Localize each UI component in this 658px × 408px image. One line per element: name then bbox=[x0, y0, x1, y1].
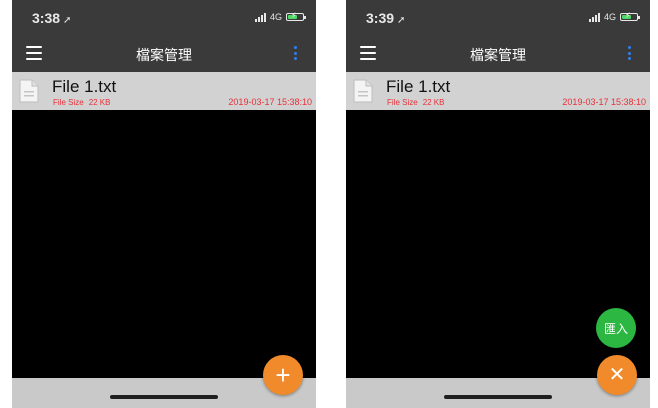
battery-icon: ⚡ bbox=[620, 11, 640, 21]
location-arrow-icon: ➚ bbox=[397, 15, 406, 26]
home-indicator[interactable] bbox=[110, 395, 218, 399]
file-size: File Size 22 KB bbox=[387, 98, 445, 107]
close-fab-button[interactable]: ✕ bbox=[597, 355, 637, 395]
page-title: 檔案管理 bbox=[136, 47, 192, 63]
file-list-item[interactable]: File 1.txt File Size 22 KB 2019-03-17 15:… bbox=[12, 72, 316, 110]
phone-screen-2: 3:39 ➚ 4G ⚡ 檔案管理 File 1.txt File Size 22 K… bbox=[346, 0, 650, 408]
status-time: 3:39 ➚ bbox=[366, 10, 406, 26]
location-arrow-icon: ➚ bbox=[63, 15, 72, 26]
document-icon bbox=[19, 79, 39, 103]
page-title: 檔案管理 bbox=[470, 47, 526, 63]
close-icon: ✕ bbox=[608, 364, 626, 386]
file-modified-date: 2019-03-17 15:38:10 bbox=[562, 97, 646, 107]
status-time: 3:38 ➚ bbox=[32, 10, 72, 26]
app-header: 檔案管理 bbox=[12, 34, 316, 72]
import-fab-button[interactable]: 匯入 bbox=[596, 308, 636, 348]
status-bar: 3:38 ➚ 4G ⚡ bbox=[12, 0, 316, 34]
home-indicator[interactable] bbox=[444, 395, 552, 399]
file-list-item[interactable]: File 1.txt File Size 22 KB 2019-03-17 15:… bbox=[346, 72, 650, 110]
plus-icon: + bbox=[275, 360, 291, 390]
more-options-icon[interactable] bbox=[294, 46, 298, 60]
status-indicators: 4G ⚡ bbox=[254, 10, 306, 24]
file-size: File Size 22 KB bbox=[53, 98, 111, 107]
file-name: File 1.txt bbox=[386, 77, 451, 96]
status-bar: 3:39 ➚ 4G ⚡ bbox=[346, 0, 650, 34]
network-type: 4G bbox=[269, 12, 282, 22]
file-name: File 1.txt bbox=[52, 77, 117, 96]
add-fab-button[interactable]: + bbox=[263, 355, 303, 395]
battery-icon: ⚡ bbox=[286, 11, 306, 21]
status-indicators: 4G ⚡ bbox=[588, 10, 640, 24]
signal-icon bbox=[254, 12, 266, 22]
document-icon bbox=[353, 79, 373, 103]
signal-icon bbox=[588, 12, 600, 22]
network-type: 4G bbox=[603, 12, 616, 22]
file-modified-date: 2019-03-17 15:38:10 bbox=[228, 97, 312, 107]
phone-screen-1: 3:38 ➚ 4G ⚡ 檔案管理 File 1.txt File Size 22 K… bbox=[12, 0, 316, 408]
app-header: 檔案管理 bbox=[346, 34, 650, 72]
more-options-icon[interactable] bbox=[628, 46, 632, 60]
